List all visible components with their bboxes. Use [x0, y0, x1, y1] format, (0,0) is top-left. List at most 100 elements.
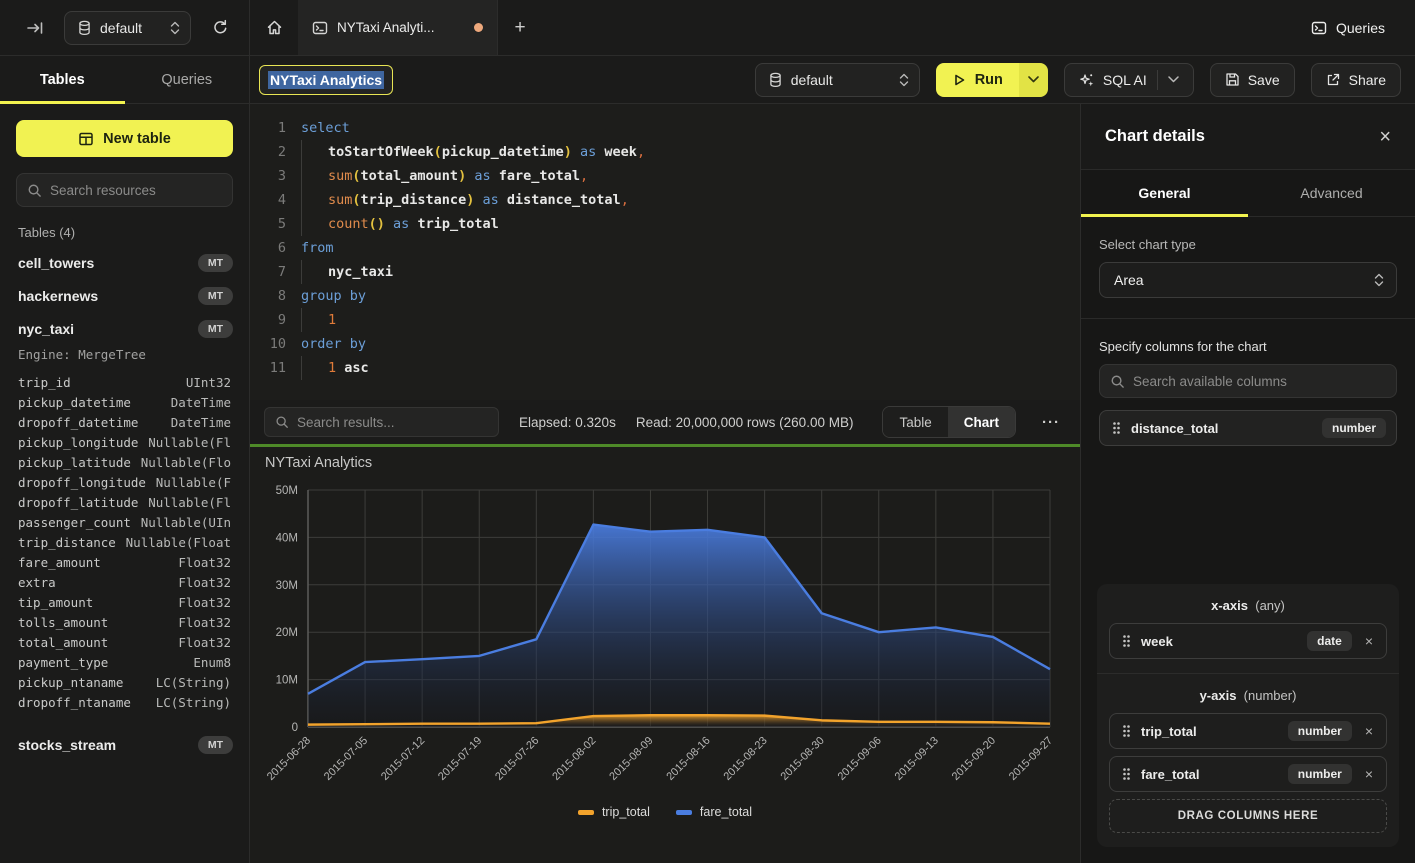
column-row[interactable]: dropoff_longitude Nullable(F: [0, 472, 249, 492]
column-chip-name: fare_total: [1141, 767, 1200, 782]
column-row[interactable]: extraFloat32: [0, 572, 249, 592]
y-axis-column-fare-total[interactable]: fare_total number ×: [1109, 756, 1387, 792]
new-table-button[interactable]: New table: [16, 120, 233, 157]
chart-type-select[interactable]: Area: [1099, 262, 1397, 298]
chart-details-panel: Chart details × General Advanced Select …: [1080, 104, 1415, 863]
column-type: Nullable(F: [156, 475, 231, 490]
sidebar-search-input[interactable]: [50, 183, 222, 198]
sql-line[interactable]: 1select: [260, 116, 1080, 140]
column-type: Nullable(Flo: [141, 455, 231, 470]
column-row[interactable]: passenger_countNullable(UIn: [0, 512, 249, 532]
column-name: pickup_datetime: [18, 395, 131, 410]
view-toggle-table[interactable]: Table: [883, 407, 947, 437]
panel-tab-advanced[interactable]: Advanced: [1248, 170, 1415, 216]
column-row[interactable]: tolls_amountFloat32: [0, 612, 249, 632]
column-row[interactable]: pickup_datetimeDateTime: [0, 392, 249, 412]
share-button[interactable]: Share: [1311, 63, 1401, 97]
home-button[interactable]: [250, 0, 298, 55]
legend-item-fare_total[interactable]: fare_total: [676, 805, 752, 819]
column-row[interactable]: trip_distanceNullable(Float: [0, 532, 249, 552]
column-row[interactable]: dropoff_ntanameLC(String): [0, 692, 249, 712]
results-search[interactable]: [264, 407, 499, 437]
y-axis-column-trip-total[interactable]: trip_total number ×: [1109, 713, 1387, 749]
sql-line[interactable]: 7nyc_taxi: [260, 260, 1080, 284]
sql-line[interactable]: 2toStartOfWeek(pickup_datetime) as week,: [260, 140, 1080, 164]
divider: [1081, 318, 1415, 319]
column-row[interactable]: pickup_longitudeNullable(Fl: [0, 432, 249, 452]
x-axis-column-week[interactable]: week date ×: [1109, 623, 1387, 659]
collapse-sidebar-button[interactable]: [20, 13, 50, 43]
column-row[interactable]: dropoff_latitudeNullable(Fl: [0, 492, 249, 512]
tab-label: NYTaxi Analyti...: [337, 20, 435, 35]
column-row[interactable]: fare_amountFloat32: [0, 552, 249, 572]
column-name: trip_distance: [18, 535, 116, 550]
view-toggle-chart[interactable]: Chart: [948, 407, 1015, 437]
x-axis-header: x-axis (any): [1109, 598, 1387, 613]
column-row[interactable]: trip_idUInt32: [0, 372, 249, 392]
sql-editor[interactable]: 1select2toStartOfWeek(pickup_datetime) a…: [250, 104, 1080, 400]
sql-code: 1: [301, 308, 336, 332]
sql-code: sum(total_amount) as fare_total,: [301, 164, 588, 188]
chart-area: 010M20M30M40M50M2015-06-282015-07-052015…: [250, 447, 1080, 863]
sql-line[interactable]: 91: [260, 308, 1080, 332]
column-name: dropoff_longitude: [18, 475, 146, 490]
table-row-nyc-taxi[interactable]: nyc_taxi MT: [0, 312, 249, 345]
save-button[interactable]: Save: [1210, 63, 1295, 97]
sidebar-tab-queries[interactable]: Queries: [125, 56, 250, 103]
sql-line[interactable]: 6from: [260, 236, 1080, 260]
column-row[interactable]: payment_typeEnum8: [0, 652, 249, 672]
query-header-row: NYTaxi Analytics default Run SQL AI: [250, 56, 1415, 104]
refresh-button[interactable]: [205, 13, 235, 43]
queries-button[interactable]: Queries: [1303, 14, 1393, 42]
svg-text:10M: 10M: [276, 675, 298, 687]
column-name: dropoff_datetime: [18, 415, 138, 430]
run-database-value: default: [791, 72, 833, 88]
close-icon[interactable]: ×: [1379, 127, 1391, 147]
database-selector[interactable]: default: [64, 11, 191, 45]
columns-search[interactable]: [1099, 364, 1397, 398]
query-title-input[interactable]: NYTaxi Analytics: [259, 65, 393, 95]
run-button-main[interactable]: Run: [936, 63, 1019, 97]
panel-header: Chart details ×: [1081, 104, 1415, 170]
chart-type-value: Area: [1114, 272, 1144, 288]
tab-nytaxi-analytics[interactable]: NYTaxi Analyti...: [298, 0, 498, 55]
column-row[interactable]: tip_amountFloat32: [0, 592, 249, 612]
sql-line[interactable]: 5count() as trip_total: [260, 212, 1080, 236]
sql-ai-button[interactable]: SQL AI: [1064, 63, 1194, 97]
svg-text:2015-08-16: 2015-08-16: [664, 735, 712, 783]
table-name: stocks_stream: [18, 737, 116, 753]
sql-line[interactable]: 3sum(total_amount) as fare_total,: [260, 164, 1080, 188]
new-tab-button[interactable]: +: [498, 0, 542, 55]
sql-ai-caret[interactable]: [1157, 70, 1179, 90]
table-row-stocks-stream[interactable]: stocks_stream MT: [0, 728, 249, 761]
tab-strip: NYTaxi Analyti... +: [250, 0, 1303, 55]
sql-line[interactable]: 111 asc: [260, 356, 1080, 380]
sql-line[interactable]: 8group by: [260, 284, 1080, 308]
column-name: pickup_ntaname: [18, 675, 123, 690]
column-row[interactable]: pickup_ntanameLC(String): [0, 672, 249, 692]
table-row-cell-towers[interactable]: cell_towers MT: [0, 246, 249, 279]
sql-line[interactable]: 4sum(trip_distance) as distance_total,: [260, 188, 1080, 212]
more-options-button[interactable]: ···: [1036, 410, 1066, 435]
sidebar-search[interactable]: [16, 173, 233, 207]
sql-line[interactable]: 10order by: [260, 332, 1080, 356]
panel-tab-general[interactable]: General: [1081, 170, 1248, 216]
remove-icon[interactable]: ×: [1362, 766, 1376, 782]
table-row-hackernews[interactable]: hackernews MT: [0, 279, 249, 312]
run-button[interactable]: Run: [936, 63, 1048, 97]
sparkles-icon: [1079, 72, 1095, 88]
run-options-caret[interactable]: [1019, 63, 1048, 97]
column-row[interactable]: dropoff_datetimeDateTime: [0, 412, 249, 432]
column-row[interactable]: pickup_latitudeNullable(Flo: [0, 452, 249, 472]
query-title-selected-text: NYTaxi Analytics: [268, 71, 384, 89]
results-search-input[interactable]: [297, 415, 488, 430]
columns-search-input[interactable]: [1133, 374, 1386, 389]
drop-zone[interactable]: DRAG COLUMNS HERE: [1109, 799, 1387, 833]
sidebar-tab-tables[interactable]: Tables: [0, 56, 125, 103]
column-row[interactable]: total_amountFloat32: [0, 632, 249, 652]
legend-item-trip_total[interactable]: trip_total: [578, 805, 650, 819]
run-database-selector[interactable]: default: [755, 63, 920, 97]
available-column-distance-total[interactable]: distance_total number: [1099, 410, 1397, 446]
remove-icon[interactable]: ×: [1362, 723, 1376, 739]
remove-icon[interactable]: ×: [1362, 633, 1376, 649]
